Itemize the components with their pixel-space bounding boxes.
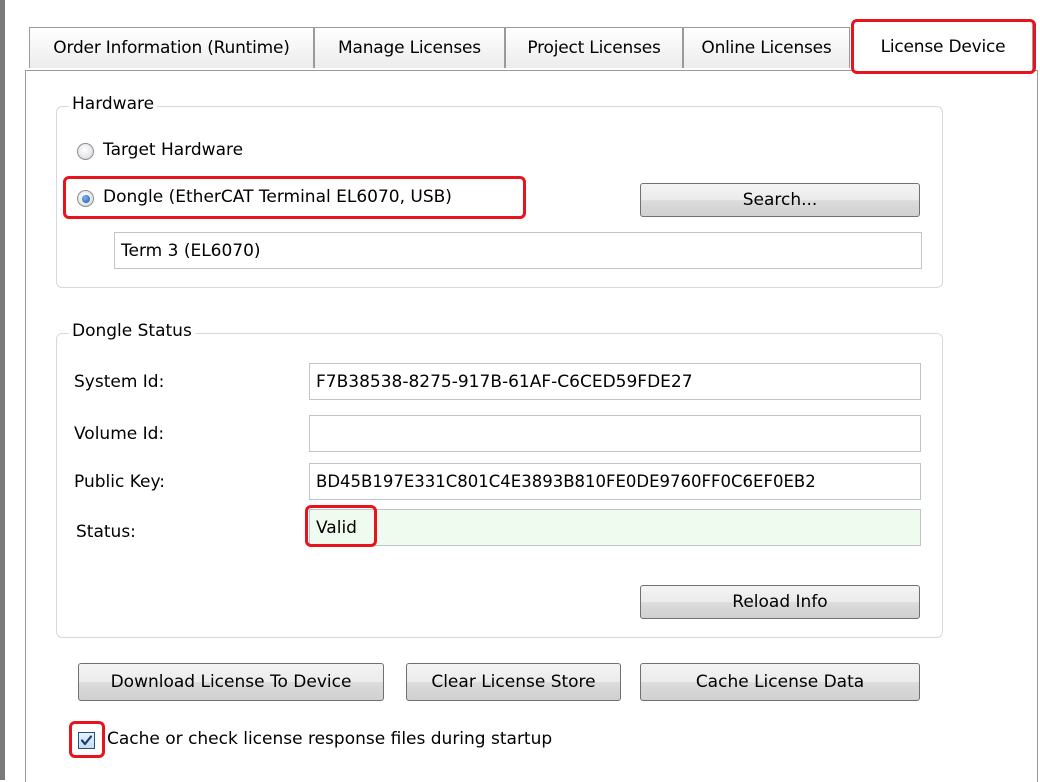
- tab-label: Online Licenses: [701, 38, 832, 58]
- tab-label: Project Licenses: [527, 38, 661, 58]
- target-hardware-label: Target Hardware: [103, 140, 244, 160]
- device-field-value: Term 3 (EL6070): [121, 240, 261, 261]
- status-value: Valid: [316, 517, 357, 538]
- dongle-radio[interactable]: [77, 190, 94, 207]
- startup-checkbox[interactable]: [78, 732, 95, 749]
- system-id-field[interactable]: F7B38538-8275-917B-61AF-C6CED59FDE27: [309, 363, 921, 400]
- public-key-field[interactable]: BD45B197E331C801C4E3893B810FE0DE9760FF0C…: [309, 463, 921, 500]
- dongle-label: Dongle (EtherCAT Terminal EL6070, USB): [103, 187, 452, 207]
- device-field[interactable]: Term 3 (EL6070): [114, 232, 922, 269]
- system-id-value: F7B38538-8275-917B-61AF-C6CED59FDE27: [316, 371, 693, 392]
- tab-project-licenses[interactable]: Project Licenses: [505, 27, 683, 68]
- window-top-edge: [0, 0, 1040, 4]
- target-hardware-radio[interactable]: [77, 143, 94, 160]
- volume-id-label: Volume Id:: [74, 424, 165, 444]
- hardware-group-title: Hardware: [69, 94, 158, 114]
- status-label: Status:: [76, 522, 136, 542]
- tab-manage-licenses[interactable]: Manage Licenses: [314, 27, 505, 68]
- tab-order-information[interactable]: Order Information (Runtime): [29, 27, 314, 68]
- public-key-label: Public Key:: [74, 472, 166, 492]
- tab-license-device[interactable]: License Device: [853, 20, 1033, 72]
- tab-label: License Device: [880, 36, 1006, 57]
- startup-checkbox-label: Cache or check license response files du…: [107, 729, 553, 749]
- public-key-value: BD45B197E331C801C4E3893B810FE0DE9760FF0C…: [316, 472, 816, 491]
- clear-license-store-button[interactable]: Clear License Store: [406, 663, 621, 701]
- reload-info-button-label: Reload Info: [732, 592, 828, 612]
- reload-info-button[interactable]: Reload Info: [640, 585, 920, 619]
- download-license-button[interactable]: Download License To Device: [78, 663, 384, 701]
- window-left-border: [0, 0, 5, 780]
- checkmark-icon: [80, 735, 93, 746]
- tab-label: Manage Licenses: [338, 38, 481, 58]
- cache-license-data-button-label: Cache License Data: [695, 672, 865, 692]
- clear-license-store-button-label: Clear License Store: [431, 672, 596, 692]
- search-button[interactable]: Search...: [640, 183, 920, 217]
- status-field[interactable]: Valid: [309, 509, 921, 546]
- dongle-status-group-title: Dongle Status: [69, 321, 195, 341]
- download-license-button-label: Download License To Device: [110, 672, 352, 692]
- tab-online-licenses[interactable]: Online Licenses: [683, 27, 850, 68]
- volume-id-field[interactable]: [309, 415, 921, 452]
- search-button-label: Search...: [742, 190, 818, 210]
- system-id-label: System Id:: [74, 372, 165, 392]
- tab-label: Order Information (Runtime): [53, 38, 290, 58]
- cache-license-data-button[interactable]: Cache License Data: [640, 663, 920, 701]
